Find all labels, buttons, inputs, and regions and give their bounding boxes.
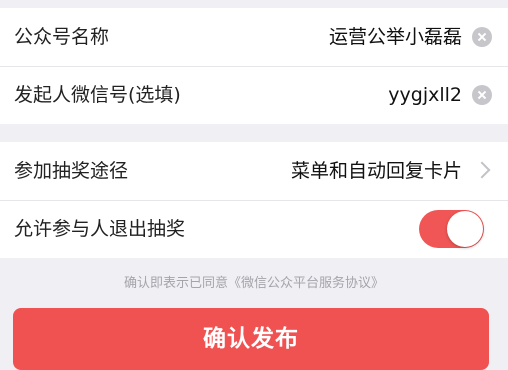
account-name-input[interactable]: 运营公举小磊磊 [329,8,462,66]
entry-method-value: 菜单和自动回复卡片 [290,160,462,182]
clear-icon[interactable] [472,85,492,105]
allow-exit-row: 允许参与人退出抽奖 [0,200,508,258]
clear-icon[interactable] [472,27,492,47]
allow-exit-label: 允许参与人退出抽奖 [14,218,186,240]
account-name-label: 公众号名称 [14,26,110,48]
account-info-group: 公众号名称 运营公举小磊磊 发起人微信号(选填) yygjxll2 [0,8,508,124]
toggle-knob [447,211,483,247]
top-spacer [0,0,508,8]
initiator-wechat-row[interactable]: 发起人微信号(选填) yygjxll2 [0,66,508,124]
allow-exit-toggle[interactable] [419,210,484,248]
agreement-text[interactable]: 确认即表示已同意《微信公众平台服务协议》 [0,272,508,291]
entry-method-label: 参加抽奖途径 [14,160,129,182]
lottery-settings-group: 参加抽奖途径 菜单和自动回复卡片 允许参与人退出抽奖 [0,142,508,258]
initiator-wechat-label: 发起人微信号(选填) [14,84,181,106]
entry-method-row[interactable]: 参加抽奖途径 菜单和自动回复卡片 [0,142,508,200]
confirm-publish-button[interactable]: 确认发布 [13,308,489,370]
account-name-row[interactable]: 公众号名称 运营公举小磊磊 [0,8,508,66]
initiator-wechat-input[interactable]: yygjxll2 [388,66,462,124]
chevron-right-icon [473,161,491,179]
